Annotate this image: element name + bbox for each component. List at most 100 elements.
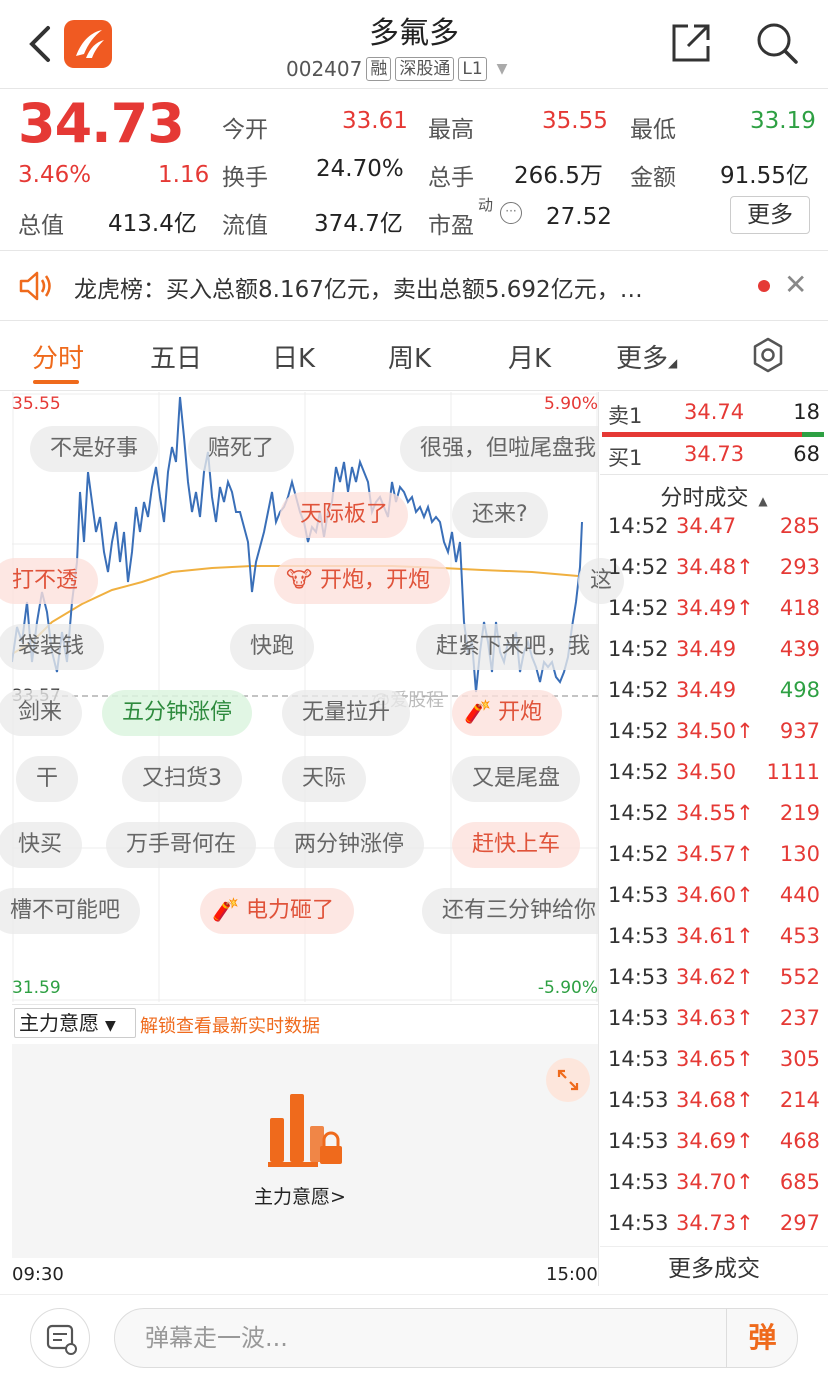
trade-row: 14:52 34.47 285 (608, 514, 820, 554)
close-icon[interactable]: ✕ (784, 268, 807, 301)
trade-volume: 130 (779, 842, 820, 866)
indicator-dropdown[interactable]: 主力意愿 ▼ (14, 1008, 136, 1038)
time-start: 09:30 (12, 1264, 64, 1285)
trade-time: 14:52 (608, 842, 669, 866)
ask-volume: 18 (793, 400, 820, 424)
ask-ratio-fill (602, 432, 802, 437)
bid-price: 34.73 (684, 442, 745, 466)
axis-top-price: 35.55 (12, 394, 61, 414)
trade-volume: 285 (779, 514, 820, 538)
trade-row: 14:52 34.57↑ 130 (608, 842, 820, 882)
danmu-settings-icon[interactable] (30, 1308, 90, 1368)
trade-row: 14:53 34.65↑ 305 (608, 1047, 820, 1087)
trade-row: 14:53 34.60↑ 440 (608, 883, 820, 923)
tab-intraday[interactable]: 分时 (32, 338, 84, 375)
trade-price: 34.49 (676, 678, 737, 702)
trade-time: 14:53 (608, 924, 669, 948)
trade-row: 14:53 34.69↑ 468 (608, 1129, 820, 1169)
bid-label: 买1 (608, 446, 643, 470)
danmu-bubble: 天际 (282, 756, 367, 802)
danmu-bubble: 两分钟涨停 (274, 822, 425, 868)
trade-price: 34.65↑ (676, 1047, 754, 1071)
more-button[interactable]: 更多 (730, 196, 810, 234)
trade-row: 14:52 34.49↑ 418 (608, 596, 820, 636)
open-value: 33.61 (342, 108, 408, 134)
main-force-link[interactable]: 主力意愿> (254, 1182, 346, 1209)
trade-price: 34.48↑ (676, 555, 754, 579)
tab-weekly-k[interactable]: 周K (388, 338, 431, 375)
danmu-bubble: 剑来 (0, 690, 83, 736)
tag-margin: 融 (366, 57, 392, 81)
caret-down-icon: ▼ (105, 1018, 116, 1034)
trade-time: 14:53 (608, 1129, 669, 1153)
trade-volume: 214 (779, 1088, 820, 1112)
bid-ask-ratio-bar (602, 432, 824, 437)
more-trades-button[interactable]: 更多成交 (600, 1246, 828, 1290)
danmu-bubble: 天际板了 (280, 492, 409, 538)
app-logo-icon[interactable] (64, 20, 112, 68)
caret-down-icon[interactable]: ▼ (497, 61, 508, 77)
unread-dot (758, 280, 770, 292)
trade-row: 14:52 34.55↑ 219 (608, 801, 820, 841)
trade-row: 14:52 34.48↑ 293 (608, 555, 820, 595)
divider (0, 250, 828, 251)
trade-volume: 293 (779, 555, 820, 579)
unlock-data-link[interactable]: 解锁查看最新实时数据 (140, 1012, 320, 1038)
trade-row: 14:52 34.50 1111 (608, 760, 820, 800)
trade-time: 14:52 (608, 719, 669, 743)
trade-price: 34.47 (676, 514, 737, 538)
trade-time: 14:53 (608, 1211, 669, 1235)
locked-chart-icon[interactable] (268, 1092, 344, 1168)
trade-price: 34.49 (676, 637, 737, 661)
trade-row: 14:53 34.70↑ 685 (608, 1170, 820, 1210)
trade-time: 14:53 (608, 1170, 669, 1194)
trades-title[interactable]: 分时成交 ▲ (600, 480, 828, 512)
trade-volume: 685 (779, 1170, 820, 1194)
danmu-bubble: 干 (16, 756, 79, 802)
tab-five-day[interactable]: 五日 (150, 338, 202, 375)
search-icon[interactable] (754, 20, 800, 66)
axis-top-pct: 5.90% (543, 394, 598, 414)
expand-icon[interactable] (546, 1058, 590, 1102)
share-icon[interactable] (668, 20, 714, 66)
pe-superscript: 动 (478, 196, 494, 214)
trade-volume: 237 (779, 1006, 820, 1030)
trade-price: 34.55↑ (676, 801, 754, 825)
trade-volume: 305 (779, 1047, 820, 1071)
trade-time: 14:53 (608, 1006, 669, 1030)
trade-row: 14:53 34.68↑ 214 (608, 1088, 820, 1128)
trade-time: 14:52 (608, 637, 669, 661)
trade-price: 34.49↑ (676, 596, 754, 620)
gear-icon[interactable] (750, 336, 786, 374)
danmu-toggle-button[interactable]: 弹 (726, 1309, 798, 1367)
back-chevron-icon[interactable] (22, 22, 62, 66)
tab-monthly-k[interactable]: 月K (508, 338, 551, 375)
danmu-bubble: 快买 (0, 822, 83, 868)
tab-daily-k[interactable]: 日K (272, 338, 315, 375)
more-dots-icon[interactable]: ··· (500, 202, 522, 224)
intraday-chart[interactable]: 35.55 5.90% 33.57 31.59 -5.90% @爱股程 不是好事… (0, 392, 625, 1002)
trade-row: 14:53 34.61↑ 453 (608, 924, 820, 964)
danmu-bubble: 快跑 (230, 624, 315, 670)
active-tab-indicator (33, 380, 79, 384)
trade-price: 34.61↑ (676, 924, 754, 948)
trade-row: 14:52 34.50↑ 937 (608, 719, 820, 759)
trade-volume: 498 (779, 678, 820, 702)
danmu-input[interactable]: 弹幕走一波... (114, 1308, 798, 1368)
trade-row: 14:53 34.63↑ 237 (608, 1006, 820, 1046)
stock-code: 002407 (286, 57, 363, 81)
danmu-bubble: 打不透 (0, 558, 99, 604)
tab-more[interactable]: 更多◢ (616, 338, 677, 375)
danmu-bubble: 赔死了 (188, 426, 295, 472)
tag-level: L1 (458, 57, 487, 81)
danmu-bubble: 又扫货3 (122, 756, 242, 802)
trade-volume: 439 (779, 637, 820, 661)
trade-price: 34.73↑ (676, 1211, 754, 1235)
ask-label: 卖1 (608, 404, 643, 428)
tag-connect: 深股通 (395, 57, 455, 81)
low-value: 33.19 (750, 108, 816, 134)
mktcap-label: 总值 (18, 213, 64, 239)
danmu-bubble: 五分钟涨停 (102, 690, 253, 736)
speaker-icon (18, 270, 54, 302)
dragon-tiger-notice[interactable]: 龙虎榜：买入总额8.167亿元，卖出总额5.692亿元，… (74, 270, 643, 304)
